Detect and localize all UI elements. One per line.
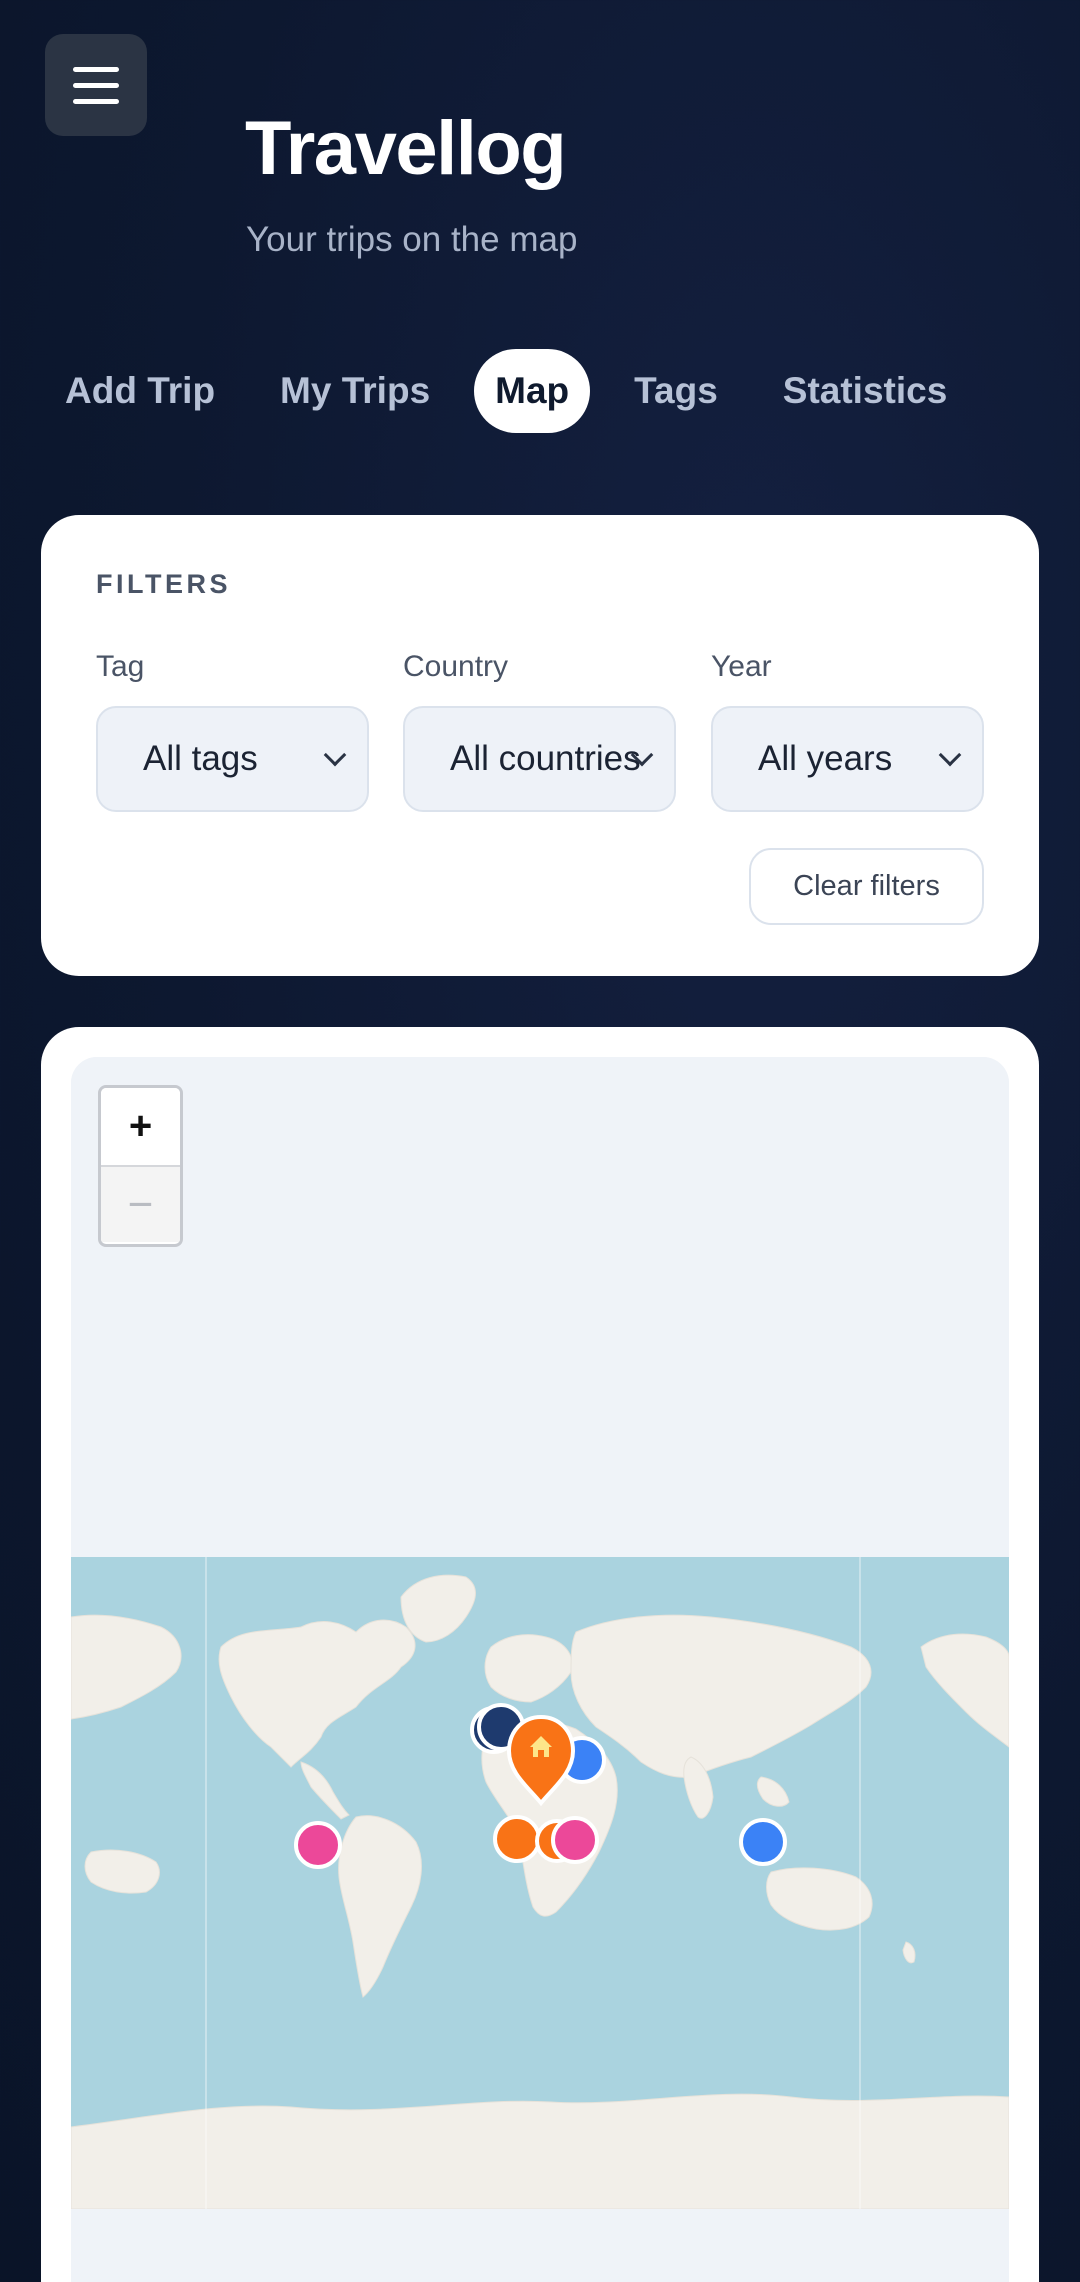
filters-heading: FILTERS: [96, 569, 231, 599]
year-select-value: All years: [758, 739, 893, 778]
app-subtitle: Your trips on the map: [246, 220, 578, 259]
country-select[interactable]: All countries: [403, 706, 676, 812]
trip-marker: [739, 1818, 787, 1866]
year-select[interactable]: All years: [711, 706, 984, 812]
tab-statistics[interactable]: Statistics: [762, 349, 969, 433]
tag-select-value: All tags: [143, 739, 258, 778]
filters-card: FILTERS Tag All tags Country All countri…: [41, 515, 1039, 976]
country-select-value: All countries: [450, 739, 640, 778]
year-filter-label: Year: [711, 650, 772, 683]
main-tabs: Add Trip My Trips Map Tags Statistics: [44, 349, 968, 433]
clear-filters-button[interactable]: Clear filters: [749, 848, 984, 925]
hamburger-icon-line: [73, 66, 119, 72]
hamburger-icon-line: [73, 98, 119, 104]
tag-filter-label: Tag: [96, 650, 145, 683]
tab-tags[interactable]: Tags: [613, 349, 739, 433]
trip-marker: [551, 1816, 599, 1864]
trip-marker: [294, 1821, 342, 1869]
zoom-in-button[interactable]: +: [101, 1088, 180, 1165]
zoom-out-button[interactable]: −: [101, 1165, 180, 1242]
world-map: [71, 1057, 1009, 2282]
year-filter: Year All years: [711, 650, 984, 812]
country-filter-label: Country: [403, 650, 509, 683]
app-title: Travellog: [245, 106, 567, 191]
tag-select[interactable]: All tags: [96, 706, 369, 812]
hamburger-icon-line: [73, 82, 119, 88]
trip-map[interactable]: + −: [71, 1057, 1009, 2282]
zoom-controls: + −: [98, 1085, 183, 1247]
map-card: + −: [41, 1027, 1039, 2282]
menu-button[interactable]: [45, 34, 147, 136]
trip-marker: [493, 1815, 541, 1863]
tag-filter: Tag All tags: [96, 650, 369, 812]
tab-add-trip[interactable]: Add Trip: [44, 349, 236, 433]
tab-map[interactable]: Map: [474, 349, 591, 433]
tab-my-trips[interactable]: My Trips: [259, 349, 451, 433]
country-filter: Country All countries: [403, 650, 676, 812]
